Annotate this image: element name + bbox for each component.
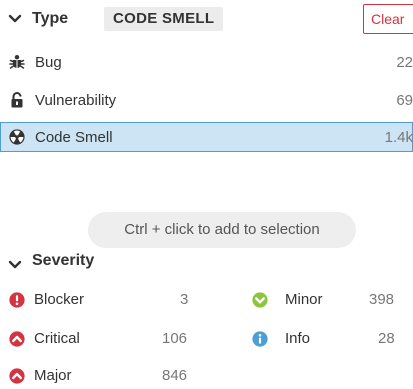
- severity-item-major[interactable]: Major 846: [9, 363, 199, 389]
- critical-icon: [9, 331, 25, 347]
- type-item-count: 1.4k: [384, 129, 413, 146]
- severity-item-label: Blocker: [34, 291, 85, 308]
- type-item-vulnerability[interactable]: Vulnerability 69: [0, 85, 413, 115]
- type-item-label: Code Smell: [35, 129, 113, 146]
- severity-item-count: 846: [162, 367, 188, 384]
- info-icon: [252, 331, 268, 347]
- severity-item-count: 398: [369, 291, 395, 308]
- severity-item-label: Major: [34, 367, 72, 384]
- severity-item-minor[interactable]: Minor 398: [252, 287, 413, 313]
- type-item-bug[interactable]: Bug 22: [0, 47, 413, 77]
- lock-icon: [9, 92, 25, 108]
- type-item-code-smell[interactable]: Code Smell 1.4k: [0, 122, 413, 152]
- severity-item-count: 3: [180, 291, 189, 308]
- minor-icon: [252, 292, 268, 308]
- chevron-down-icon[interactable]: [8, 12, 22, 26]
- severity-item-info[interactable]: Info 28: [252, 326, 413, 352]
- type-item-count: 22: [396, 54, 413, 71]
- type-facet-title: Type: [32, 10, 69, 27]
- type-item-count: 69: [396, 92, 413, 109]
- bug-icon: [9, 54, 25, 70]
- severity-item-count: 106: [162, 330, 188, 347]
- severity-facet-title: Severity: [32, 252, 95, 269]
- type-facet-header[interactable]: Type CODE SMELL Clear: [0, 4, 413, 34]
- severity-item-label: Info: [285, 330, 311, 347]
- chevron-down-icon[interactable]: [8, 258, 22, 272]
- severity-item-critical[interactable]: Critical 106: [9, 326, 199, 352]
- severity-facet-header[interactable]: Severity: [0, 250, 413, 278]
- clear-button[interactable]: Clear: [363, 4, 413, 34]
- selected-value-chip: CODE SMELL: [104, 7, 224, 31]
- major-icon: [9, 368, 25, 384]
- type-item-label: Vulnerability: [35, 92, 117, 109]
- severity-item-blocker[interactable]: Blocker 3: [9, 287, 199, 313]
- severity-item-label: Minor: [285, 291, 323, 308]
- severity-item-label: Critical: [34, 330, 80, 347]
- code-smell-icon: [9, 129, 25, 145]
- multi-select-hint: Ctrl + click to add to selection: [88, 212, 356, 248]
- type-item-label: Bug: [35, 54, 62, 71]
- blocker-icon: [9, 292, 25, 308]
- severity-item-count: 28: [378, 330, 395, 347]
